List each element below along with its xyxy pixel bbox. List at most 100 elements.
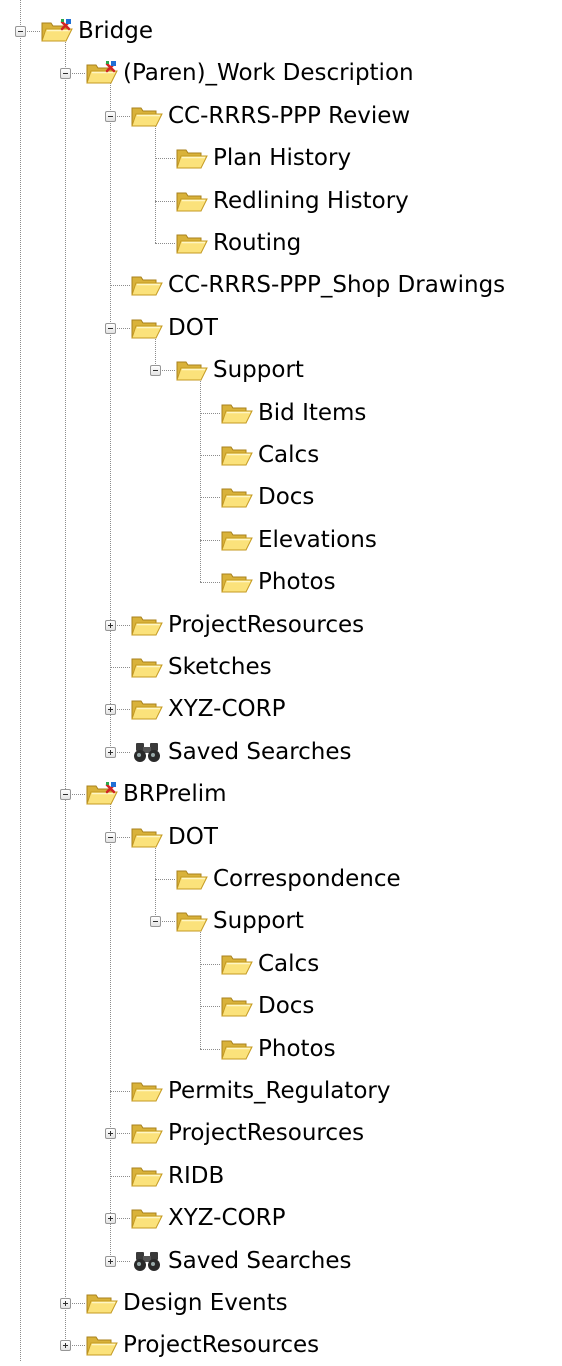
folder-icon <box>130 612 164 638</box>
tree-node-label[interactable]: ProjectResources <box>121 1330 321 1360</box>
tree-node[interactable]: CC-RRRS-PPP Review <box>0 95 562 137</box>
folder-icon <box>175 230 209 256</box>
tree-node[interactable]: Redlining History <box>0 180 562 222</box>
tree-node-label[interactable]: XYZ-CORP <box>166 1203 287 1233</box>
tree-node[interactable]: RIDB <box>0 1155 562 1197</box>
folder-icon <box>175 357 209 383</box>
tree-node-label[interactable]: Support <box>211 906 306 936</box>
folder-icon <box>220 484 254 510</box>
binoculars-icon <box>130 1248 164 1274</box>
tree-node[interactable]: ProjectResources <box>0 1112 562 1154</box>
collapse-toggle[interactable] <box>60 68 71 80</box>
collapse-toggle[interactable] <box>150 916 161 928</box>
tree-node-label[interactable]: Calcs <box>256 440 321 470</box>
folder-icon <box>130 315 164 341</box>
folder-icon <box>220 951 254 977</box>
folder-tree[interactable]: Bridge (Paren)_Work Description CC-RRRS-PP… <box>0 0 562 1361</box>
tree-node-label[interactable]: Docs <box>256 991 316 1021</box>
tree-node[interactable]: Docs <box>0 985 562 1027</box>
tree-node[interactable]: Design Events <box>0 1282 562 1324</box>
tree-node[interactable]: DOT <box>0 816 562 858</box>
tree-node[interactable]: ProjectResources <box>0 1324 562 1366</box>
project-folder-icon <box>40 18 74 44</box>
folder-icon <box>130 1163 164 1189</box>
tree-node[interactable]: Sketches <box>0 646 562 688</box>
tree-node-label[interactable]: Saved Searches <box>166 1246 354 1276</box>
tree-node-label[interactable]: Photos <box>256 1034 338 1064</box>
collapse-toggle[interactable] <box>150 365 161 377</box>
tree-node-label[interactable]: Redlining History <box>211 186 411 216</box>
tree-node[interactable]: Permits_Regulatory <box>0 1070 562 1112</box>
tree-node[interactable]: XYZ-CORP <box>0 688 562 730</box>
tree-node-label[interactable]: CC-RRRS-PPP_Shop Drawings <box>166 270 507 300</box>
collapse-toggle[interactable] <box>60 789 71 801</box>
tree-node-label[interactable]: ProjectResources <box>166 1118 366 1148</box>
tree-node[interactable]: Correspondence <box>0 858 562 900</box>
tree-node[interactable]: Plan History <box>0 137 562 179</box>
expand-toggle[interactable] <box>105 704 116 716</box>
tree-node[interactable]: Photos <box>0 1028 562 1070</box>
tree-node[interactable]: ProjectResources <box>0 604 562 646</box>
project-folder-icon <box>85 781 119 807</box>
tree-node-label[interactable]: XYZ-CORP <box>166 694 287 724</box>
tree-node[interactable]: Docs <box>0 476 562 518</box>
tree-node-label[interactable]: Docs <box>256 482 316 512</box>
tree-node[interactable]: Saved Searches <box>0 1240 562 1282</box>
project-folder-icon <box>85 60 119 86</box>
tree-node-label[interactable]: DOT <box>166 313 220 343</box>
tree-node[interactable]: Routing <box>0 222 562 264</box>
tree-node-label[interactable]: ProjectResources <box>166 610 366 640</box>
tree-node[interactable]: Saved Searches <box>0 731 562 773</box>
folder-icon <box>130 1205 164 1231</box>
tree-node-label[interactable]: Photos <box>256 567 338 597</box>
tree-node-label[interactable]: (Paren)_Work Description <box>121 58 416 88</box>
tree-node[interactable]: Support <box>0 349 562 391</box>
tree-node[interactable]: Bridge <box>0 10 562 52</box>
folder-icon <box>175 866 209 892</box>
tree-node-label[interactable]: Correspondence <box>211 864 403 894</box>
tree-node-label[interactable]: BRPrelim <box>121 779 229 809</box>
folder-icon <box>220 569 254 595</box>
tree-node[interactable]: BRPrelim <box>0 773 562 815</box>
expand-toggle[interactable] <box>105 1128 116 1140</box>
folder-icon <box>220 527 254 553</box>
expand-toggle[interactable] <box>60 1298 71 1309</box>
tree-node[interactable]: Bid Items <box>0 392 562 434</box>
tree-node[interactable]: Calcs <box>0 943 562 985</box>
tree-node[interactable]: XYZ-CORP <box>0 1197 562 1239</box>
tree-node-label[interactable]: Permits_Regulatory <box>166 1076 392 1106</box>
tree-node-label[interactable]: Bid Items <box>256 398 368 428</box>
tree-node-label[interactable]: Calcs <box>256 949 321 979</box>
tree-node[interactable]: Calcs <box>0 434 562 476</box>
tree-node-label[interactable]: Elevations <box>256 525 379 555</box>
tree-node-label[interactable]: Support <box>211 355 306 385</box>
tree-node-label[interactable]: Plan History <box>211 143 353 173</box>
expand-toggle[interactable] <box>105 1255 116 1267</box>
collapse-toggle[interactable] <box>105 322 116 334</box>
tree-node-label[interactable]: CC-RRRS-PPP Review <box>166 101 412 131</box>
expand-toggle[interactable] <box>105 1213 116 1225</box>
folder-icon <box>130 824 164 850</box>
folder-icon <box>175 145 209 171</box>
collapse-toggle[interactable] <box>105 110 116 122</box>
tree-node-label[interactable]: RIDB <box>166 1161 226 1191</box>
collapse-toggle[interactable] <box>15 26 26 37</box>
tree-node[interactable]: DOT <box>0 307 562 349</box>
tree-node[interactable]: Elevations <box>0 519 562 561</box>
tree-node-label[interactable]: DOT <box>166 822 220 852</box>
expand-toggle[interactable] <box>105 619 116 631</box>
collapse-toggle[interactable] <box>105 831 116 843</box>
folder-icon <box>130 696 164 722</box>
tree-node-label[interactable]: Design Events <box>121 1288 290 1318</box>
tree-node[interactable]: Support <box>0 900 562 942</box>
tree-node[interactable]: CC-RRRS-PPP_Shop Drawings <box>0 264 562 306</box>
tree-node-label[interactable]: Saved Searches <box>166 737 354 767</box>
tree-node-label[interactable]: Routing <box>211 228 303 258</box>
tree-node[interactable]: (Paren)_Work Description <box>0 52 562 94</box>
expand-toggle[interactable] <box>105 746 116 758</box>
tree-node[interactable]: Photos <box>0 561 562 603</box>
tree-node-label[interactable]: Bridge <box>76 16 155 46</box>
folder-icon <box>85 1332 119 1358</box>
expand-toggle[interactable] <box>60 1340 71 1352</box>
tree-node-label[interactable]: Sketches <box>166 652 274 682</box>
